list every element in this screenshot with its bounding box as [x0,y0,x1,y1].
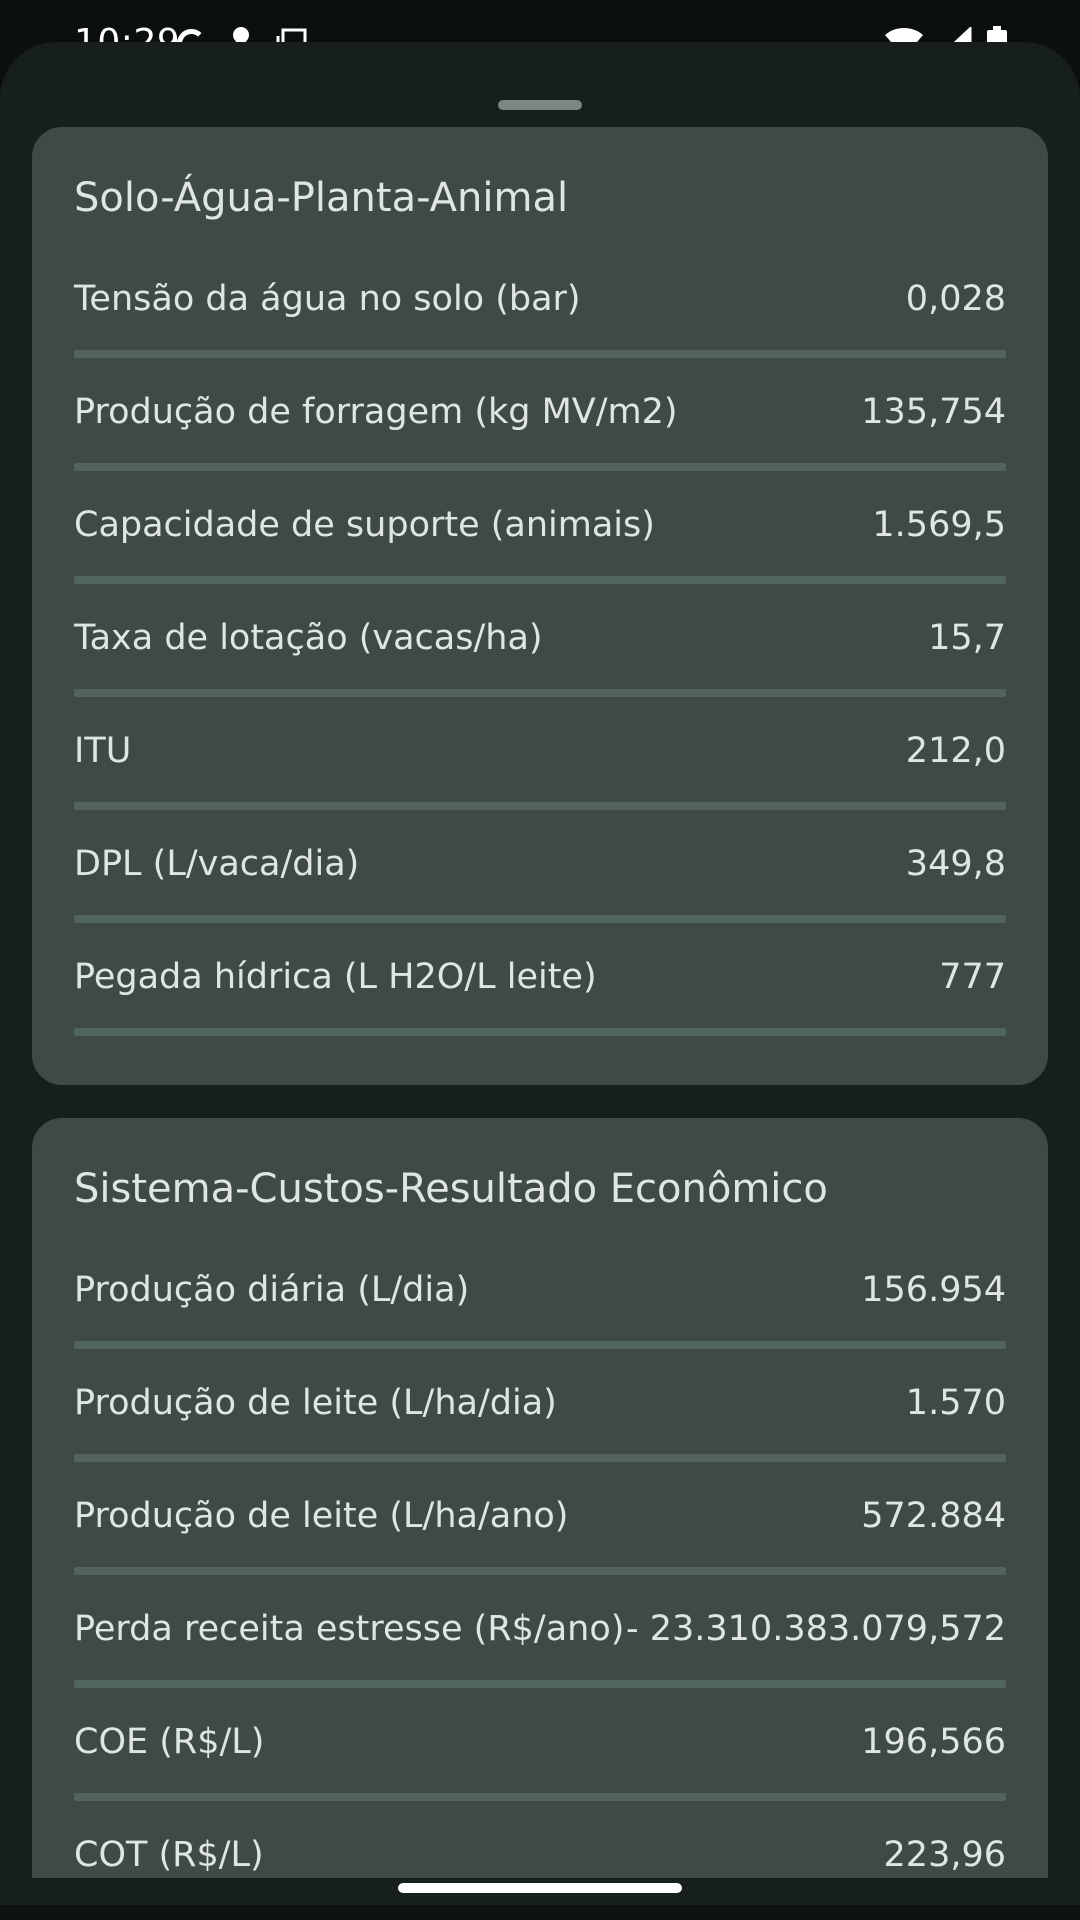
result-row: ITU 212,0 [74,697,1006,810]
result-list: Tensão da água no solo (bar) 0,028 Produ… [74,245,1006,1036]
divider [74,576,1006,584]
result-label: Produção de forragem (kg MV/m2) [74,392,678,432]
card-title: Sistema-Custos-Resultado Econômico [74,1166,828,1212]
divider [74,1567,1006,1575]
result-value: - 23.310.383.079,572 [625,1609,1006,1649]
divider [74,1680,1006,1688]
result-value: 156.954 [861,1270,1006,1310]
result-row: Produção de leite (L/ha/ano) 572.884 [74,1462,1006,1575]
result-label: COT (R$/L) [74,1835,264,1875]
result-row: Perda receita estresse (R$/ano) - 23.310… [74,1575,1006,1688]
result-value: 572.884 [861,1496,1006,1536]
result-row: Produção de leite (L/ha/dia) 1.570 [74,1349,1006,1462]
result-row: Produção de forragem (kg MV/m2) 135,754 [74,358,1006,471]
result-value: 1.569,5 [872,505,1006,545]
result-value: 15,7 [928,618,1006,658]
divider [74,802,1006,810]
card-sistema-custos-resultado: Sistema-Custos-Resultado Econômico Produ… [32,1118,1048,1878]
result-label: Produção diária (L/dia) [74,1270,470,1310]
result-label: Produção de leite (L/ha/ano) [74,1496,569,1536]
result-list: Produção diária (L/dia) 156.954 Produção… [74,1236,1006,1878]
result-label: DPL (L/vaca/dia) [74,844,360,884]
divider [74,1454,1006,1462]
divider [74,1793,1006,1801]
result-row: COT (R$/L) 223,96 [74,1801,1006,1878]
result-label: Taxa de lotação (vacas/ha) [74,618,543,658]
result-row: Produção diária (L/dia) 156.954 [74,1236,1006,1349]
result-row: Tensão da água no solo (bar) 0,028 [74,245,1006,358]
result-row: Pegada hídrica (L H2O/L leite) 777 [74,923,1006,1036]
result-value: 777 [939,957,1006,997]
result-row: Taxa de lotação (vacas/ha) 15,7 [74,584,1006,697]
result-value: 135,754 [861,392,1006,432]
result-value: 349,8 [905,844,1006,884]
divider [74,1341,1006,1349]
card-title: Solo-Água-Planta-Animal [74,175,569,221]
divider [74,463,1006,471]
drag-handle[interactable] [498,100,582,110]
result-label: COE (R$/L) [74,1722,265,1762]
result-value: 196,566 [861,1722,1006,1762]
result-row: COE (R$/L) 196,566 [74,1688,1006,1801]
divider [74,689,1006,697]
result-value: 1.570 [905,1383,1006,1423]
result-label: Perda receita estresse (R$/ano) [74,1609,625,1649]
result-label: ITU [74,731,132,771]
result-label: Pegada hídrica (L H2O/L leite) [74,957,597,997]
result-label: Produção de leite (L/ha/dia) [74,1383,557,1423]
result-label: Capacidade de suporte (animais) [74,505,655,545]
bottom-edge [0,1905,1080,1920]
result-row: Capacidade de suporte (animais) 1.569,5 [74,471,1006,584]
result-value: 212,0 [905,731,1006,771]
result-row: DPL (L/vaca/dia) 349,8 [74,810,1006,923]
card-solo-agua-planta-animal: Solo-Água-Planta-Animal Tensão da água n… [32,127,1048,1085]
result-value: 223,96 [883,1835,1006,1875]
divider [74,915,1006,923]
divider [74,350,1006,358]
gesture-navigation-handle[interactable] [398,1883,682,1893]
result-value: 0,028 [905,279,1006,319]
divider [74,1028,1006,1036]
result-label: Tensão da água no solo (bar) [74,279,581,319]
